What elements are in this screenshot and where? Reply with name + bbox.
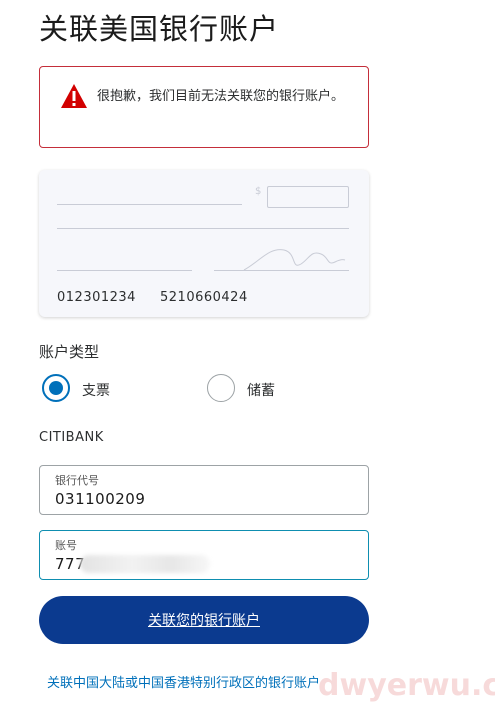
warning-icon: [61, 84, 87, 108]
error-alert: 很抱歉，我们目前无法关联您的银行账户。: [39, 66, 369, 148]
check-account-number: 5210660424: [160, 290, 248, 305]
check-routing-number: 012301234: [57, 290, 136, 305]
account-number-field[interactable]: 账号 777: [39, 530, 369, 580]
watermark: dwyerwu.com: [318, 668, 495, 703]
account-type-label: 账户类型: [39, 343, 100, 361]
redacted-blur: [80, 555, 210, 573]
checking-label[interactable]: 支票: [82, 380, 110, 400]
account-number-label: 账号: [55, 539, 77, 552]
alert-message: 很抱歉，我们目前无法关联您的银行账户。: [97, 89, 345, 104]
page-title: 关联美国银行账户: [39, 12, 280, 46]
amount-box: [267, 186, 349, 208]
link-bank-button[interactable]: 关联您的银行账户: [39, 596, 369, 644]
routing-number-field[interactable]: 银行代号 031100209: [39, 465, 369, 515]
check-line: [57, 228, 349, 229]
check-illustration: $ 012301234 5210660424: [39, 170, 369, 317]
routing-number-value[interactable]: 031100209: [55, 490, 145, 508]
routing-number-label: 银行代号: [55, 474, 99, 487]
checking-radio[interactable]: [42, 374, 70, 402]
savings-label[interactable]: 储蓄: [247, 380, 275, 400]
check-line: [57, 204, 242, 205]
dollar-sign: $: [255, 186, 262, 197]
check-line: [57, 270, 192, 271]
savings-radio[interactable]: [207, 374, 235, 402]
china-bank-link[interactable]: 关联中国大陆或中国香港特别行政区的银行账户: [47, 672, 320, 691]
signature-scribble: [243, 249, 346, 271]
bank-name: CITIBANK: [39, 430, 104, 445]
